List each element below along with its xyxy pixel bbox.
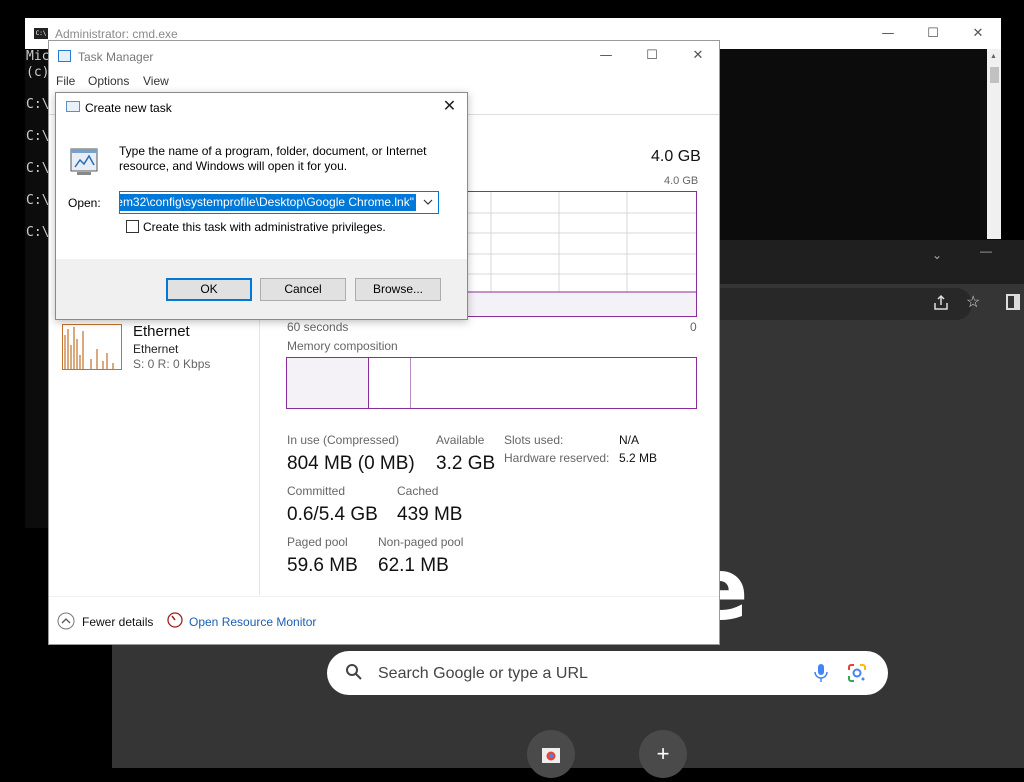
google-lens-icon[interactable] [847,663,867,686]
open-input-value[interactable]: \System32\config\systemprofile\Desktop\G… [120,194,416,211]
bookmark-star-icon[interactable]: ☆ [966,292,980,312]
tm-close-button[interactable]: ✕ [675,41,721,71]
cached-value: 439 MB [397,504,463,525]
add-shortcut-button[interactable]: + [639,730,687,778]
slots-used-value: N/A [619,433,640,447]
google-search-box[interactable]: Search Google or type a URL [327,651,888,695]
run-dialog-icon [66,101,80,112]
ethernet-title[interactable]: Ethernet [133,323,190,340]
open-resource-monitor-link[interactable]: Open Resource Monitor [189,615,316,629]
memory-composition-label: Memory composition [287,339,398,353]
cmd-title-text: Administrator: cmd.exe [55,27,178,41]
available-label: Available [436,433,485,447]
committed-value: 0.6/5.4 GB [287,504,378,525]
cmd-minimize-button[interactable]: — [865,18,911,49]
task-manager-icon [58,50,71,62]
search-placeholder: Search Google or type a URL [378,665,588,682]
dialog-description: Type the name of a program, folder, docu… [119,144,427,173]
menu-options[interactable]: Options [88,74,129,88]
hardware-reserved-value: 5.2 MB [619,451,658,465]
cached-label: Cached [397,484,439,498]
chevron-down-icon[interactable] [418,192,438,213]
open-combobox[interactable]: \System32\config\systemprofile\Desktop\G… [119,191,439,214]
scroll-up-icon[interactable]: ▲ [990,53,997,60]
fewer-details-link[interactable]: Fewer details [82,615,153,629]
chrome-minimize-icon[interactable]: — [980,244,992,258]
admin-privileges-checkbox[interactable] [126,220,139,233]
task-manager-titlebar[interactable]: Task Manager — ☐ ✕ [49,41,719,71]
microphone-icon[interactable] [813,663,829,686]
dialog-title: Create new task [85,101,172,115]
cmd-scrollbar[interactable]: ▲ [987,49,1001,239]
admin-privileges-label[interactable]: Create this task with administrative pri… [143,220,386,234]
ethernet-stats: S: 0 R: 0 Kbps [133,357,211,371]
hardware-reserved-label: Hardware reserved: [504,451,610,465]
shortcut-tile-chrome-store[interactable] [527,730,575,778]
tab-search-icon[interactable]: ⌄ [932,248,942,262]
nonpaged-pool-label: Non-paged pool [378,535,464,549]
tm-maximize-button[interactable]: ☐ [629,41,675,71]
search-icon [345,663,363,684]
dialog-close-button[interactable]: ✕ [432,93,467,121]
program-window-icon [67,145,101,179]
tm-footer: Fewer details Open Resource Monitor [49,596,719,644]
memory-total: 4.0 GB [651,148,701,165]
menu-view[interactable]: View [143,74,169,88]
in-use-label: In use (Compressed) [287,433,400,447]
menu-file[interactable]: File [56,74,75,88]
memory-composition-bar[interactable] [286,357,697,409]
paged-pool-label: Paged pool [287,535,348,549]
tm-minimize-button[interactable]: — [583,41,629,71]
side-panel-icon[interactable] [1006,294,1020,315]
ok-button[interactable]: OK [166,278,252,301]
composition-modified [369,358,411,408]
ethernet-subtitle: Ethernet [133,342,179,356]
chrome-toolbar-icons: ☆ [932,292,1024,316]
dialog-button-bar: OK Cancel Browse... [56,259,467,319]
browse-button[interactable]: Browse... [355,278,441,301]
committed-label: Committed [287,484,346,498]
chart-max-label: 4.0 GB [664,175,699,187]
task-manager-title: Task Manager [78,50,154,64]
composition-in-use [287,358,369,408]
nonpaged-pool-value: 62.1 MB [378,555,449,576]
cmd-icon: C:\ [34,28,48,39]
in-use-value: 804 MB (0 MB) [287,453,415,474]
share-icon[interactable] [932,294,950,317]
chevron-up-circle-icon[interactable] [57,612,75,633]
slots-used-label: Slots used: [504,433,564,447]
scroll-thumb[interactable] [990,67,999,83]
chart-axis-right: 0 [690,320,697,334]
cancel-button[interactable]: Cancel [260,278,346,301]
create-new-task-dialog: Create new task ✕ Type the name of a pro… [55,92,468,320]
cmd-close-button[interactable]: ✕ [955,18,1001,49]
paged-pool-value: 59.6 MB [287,555,358,576]
cmd-maximize-button[interactable]: ☐ [910,18,956,49]
resource-monitor-icon[interactable] [167,612,183,631]
dialog-titlebar[interactable]: Create new task ✕ [56,93,467,121]
tm-menubar: File Options View [49,71,719,93]
ethernet-graph-thumbnail[interactable] [62,324,122,370]
open-label: Open: [68,196,101,210]
available-value: 3.2 GB [436,453,496,474]
chart-axis-left: 60 seconds [287,320,349,334]
